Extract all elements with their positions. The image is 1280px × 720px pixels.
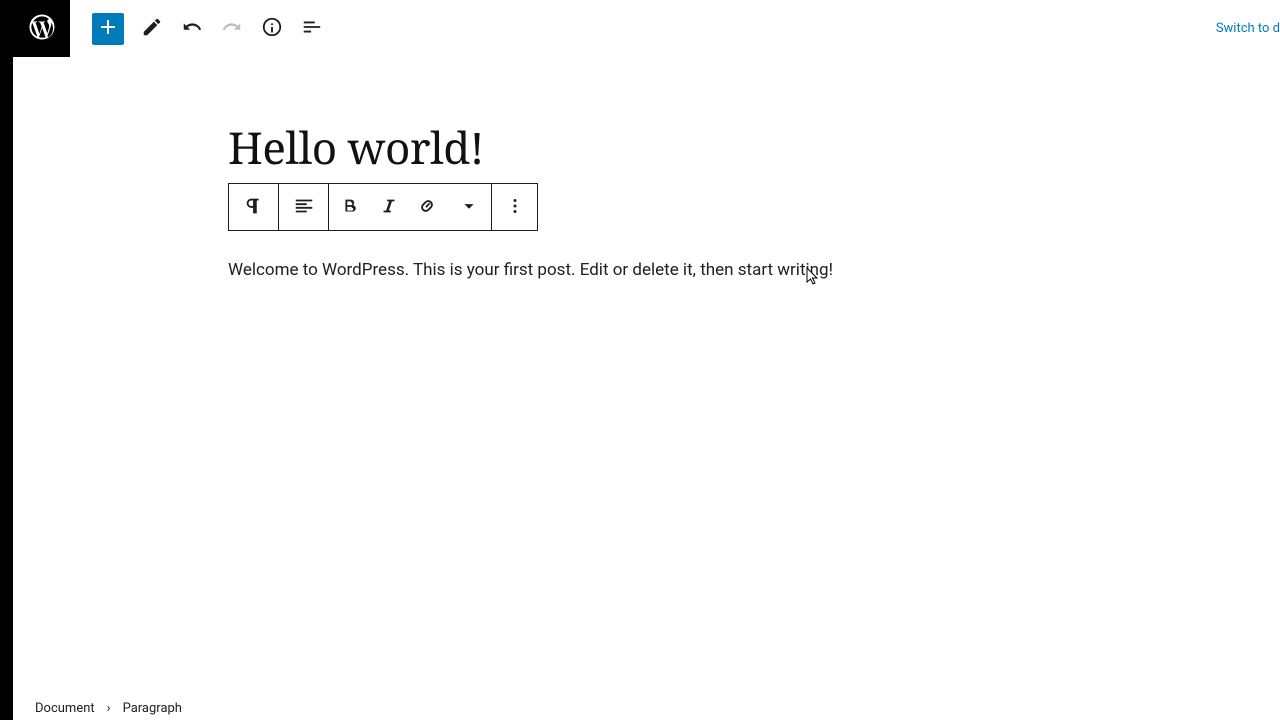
switch-to-draft-link[interactable]: Switch to d — [1216, 0, 1280, 57]
pencil-icon — [141, 16, 163, 41]
edit-modes-button[interactable] — [134, 11, 170, 47]
redo-button[interactable] — [214, 11, 250, 47]
paragraph-block[interactable]: Welcome to WordPress. This is your first… — [228, 257, 1048, 284]
link-button[interactable] — [407, 184, 447, 230]
align-left-icon — [293, 195, 315, 220]
breadcrumb-current[interactable]: Paragraph — [123, 701, 182, 716]
block-breadcrumb: Document › Paragraph — [13, 696, 1280, 720]
wordpress-icon — [27, 12, 57, 46]
more-formatting-button[interactable] — [447, 184, 491, 230]
more-vertical-icon — [504, 195, 526, 220]
info-icon — [261, 16, 283, 41]
italic-button[interactable] — [371, 184, 407, 230]
breadcrumb-separator: › — [107, 701, 111, 716]
app-root: Switch to d Hello world! — [0, 0, 1280, 720]
block-type-button[interactable] — [229, 184, 278, 230]
plus-icon — [96, 15, 120, 43]
align-button[interactable] — [279, 184, 328, 230]
link-icon — [416, 195, 438, 220]
block-toolbar — [228, 183, 538, 231]
switch-link-label: Switch to d — [1216, 21, 1280, 36]
left-border-strip — [0, 0, 13, 720]
pilcrow-icon — [243, 195, 265, 220]
italic-icon — [378, 195, 400, 220]
post-title[interactable]: Hello world! — [228, 117, 1280, 177]
bold-icon — [339, 195, 361, 220]
main-column: Switch to d Hello world! — [13, 0, 1280, 720]
undo-button[interactable] — [174, 11, 210, 47]
editor-body: Hello world! — [13, 57, 1280, 696]
undo-icon — [181, 16, 203, 41]
redo-icon — [221, 16, 243, 41]
more-options-button[interactable] — [492, 184, 537, 230]
breadcrumb-root[interactable]: Document — [35, 701, 95, 716]
top-toolbar: Switch to d — [13, 0, 1280, 57]
add-block-button[interactable] — [92, 13, 124, 45]
outline-button[interactable] — [294, 11, 330, 47]
outline-icon — [301, 16, 323, 41]
chevron-down-icon — [458, 195, 480, 220]
info-button[interactable] — [254, 11, 290, 47]
bold-button[interactable] — [329, 184, 371, 230]
wordpress-logo-button[interactable] — [13, 0, 70, 57]
